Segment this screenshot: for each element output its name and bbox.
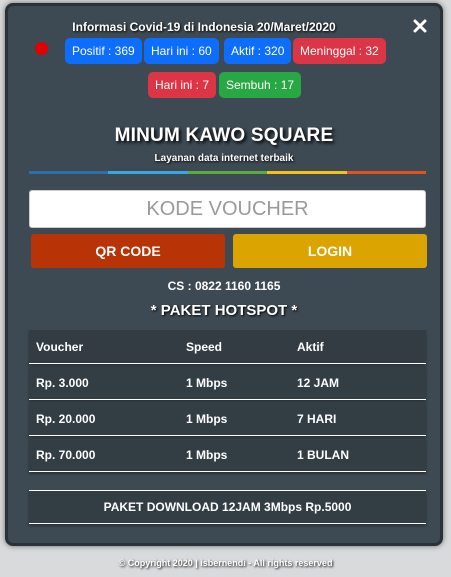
login-button[interactable]: LOGIN — [233, 234, 427, 268]
cell-voucher: Rp. 3.000 — [36, 376, 89, 390]
live-indicator-icon — [35, 42, 48, 55]
paket-table: Voucher Speed Aktif Rp. 3.000 1 Mbps 12 … — [29, 330, 426, 474]
rainbow-segment — [29, 171, 109, 174]
header-aktif: Aktif — [297, 340, 324, 354]
badge-positif: Positif : 369 — [65, 38, 142, 64]
cell-voucher: Rp. 70.000 — [36, 448, 96, 462]
copyright-footer: © Copyright 2020 | isbernendi - All righ… — [118, 558, 333, 568]
customer-service-contact: CS : 0822 1160 1165 — [167, 279, 281, 293]
badge-hari-ini-positif: Hari ini : 60 — [144, 38, 219, 64]
cell-speed: 1 Mbps — [186, 412, 228, 426]
rainbow-segment — [187, 171, 268, 174]
cell-aktif: 7 HARI — [297, 412, 337, 426]
header-voucher: Voucher — [36, 340, 84, 354]
rainbow-segment — [108, 171, 188, 174]
table-row: Rp. 20.000 1 Mbps 7 HARI — [29, 402, 426, 436]
badge-hari-ini-meninggal: Hari ini : 7 — [148, 72, 217, 98]
cell-speed: 1 Mbps — [186, 376, 228, 390]
paket-hotspot-title: * PAKET HOTSPOT * — [150, 302, 298, 319]
cell-aktif: 1 BULAN — [297, 448, 350, 462]
cell-voucher: Rp. 20.000 — [36, 412, 96, 426]
voucher-code-input[interactable] — [29, 190, 426, 228]
table-row: Rp. 70.000 1 Mbps 1 BULAN — [29, 438, 426, 472]
badge-meninggal: Meninggal : 32 — [293, 38, 386, 64]
qr-code-button[interactable]: QR CODE — [31, 234, 225, 268]
cell-aktif: 12 JAM — [297, 376, 340, 390]
login-card: Informasi Covid-19 di Indonesia 20/Maret… — [5, 3, 443, 546]
badge-aktif: Aktif : 320 — [224, 38, 292, 64]
brand-tagline: Layanan data internet terbaik — [154, 153, 294, 164]
table-header-row: Voucher Speed Aktif — [29, 330, 426, 364]
paket-download-info: PAKET DOWNLOAD 12JAM 3Mbps Rp.5000 — [29, 490, 426, 524]
rainbow-divider — [29, 171, 427, 174]
badge-sembuh: Sembuh : 17 — [219, 72, 302, 98]
rainbow-segment — [346, 171, 427, 174]
cell-speed: 1 Mbps — [186, 448, 228, 462]
brand-title: MINUM KAWO SQUARE — [114, 125, 334, 146]
header-speed: Speed — [186, 340, 223, 354]
covid-info-title: Informasi Covid-19 di Indonesia 20/Maret… — [72, 20, 336, 34]
close-icon[interactable] — [412, 18, 428, 34]
table-row: Rp. 3.000 1 Mbps 12 JAM — [29, 366, 426, 400]
rainbow-segment — [267, 171, 347, 174]
